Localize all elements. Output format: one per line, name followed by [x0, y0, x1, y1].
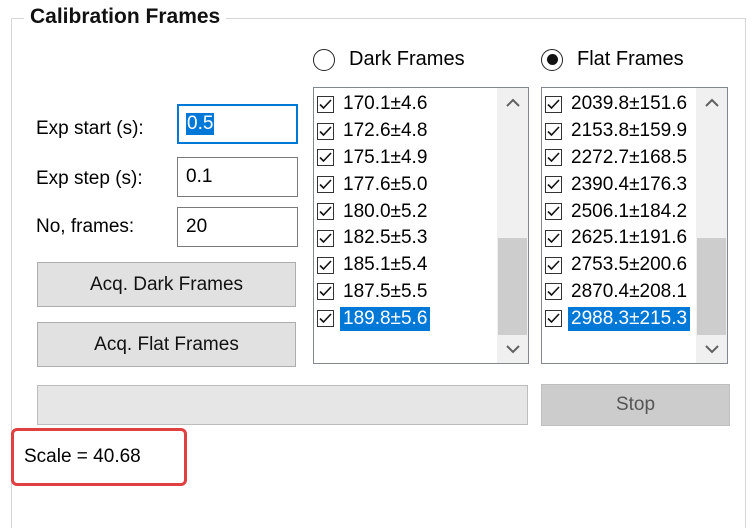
- dark-frames-list-item-label: 180.0±5.2: [343, 200, 428, 222]
- check-icon[interactable]: [317, 149, 334, 167]
- dark-list-scroll-thumb[interactable]: [498, 238, 527, 335]
- exp-step-label: Exp step (s):: [36, 168, 143, 189]
- radio-circle-selected-icon: [541, 48, 563, 71]
- flat-frames-list-item-label: 2272.7±168.5: [571, 146, 688, 168]
- flat-frames-list-item-label: 2753.5±200.6: [571, 254, 688, 276]
- exp-start-input[interactable]: 0.5: [177, 104, 298, 144]
- check-icon[interactable]: [317, 256, 334, 274]
- radio-circle-icon: [313, 48, 335, 71]
- flat-frames-list-item[interactable]: 2988.3±215.3: [545, 305, 691, 332]
- check-icon[interactable]: [317, 203, 334, 221]
- flat-frames-list-item[interactable]: 2506.1±184.2: [545, 198, 690, 225]
- dark-frames-list-item[interactable]: 182.5±5.3: [317, 225, 430, 252]
- check-icon[interactable]: [545, 176, 562, 194]
- dark-frames-list-item[interactable]: 170.1±4.6: [317, 91, 430, 118]
- dark-frames-list-item[interactable]: 172.6±4.8: [317, 118, 430, 145]
- chevron-up-icon[interactable]: [696, 88, 727, 116]
- flat-frames-radio-label: Flat Frames: [577, 48, 684, 70]
- dark-frames-list-item-label: 172.6±4.8: [343, 120, 428, 142]
- check-icon[interactable]: [545, 256, 562, 274]
- dark-frames-list-item-label: 187.5±5.5: [343, 280, 428, 302]
- dark-frames-list-item[interactable]: 185.1±5.4: [317, 252, 430, 279]
- check-icon[interactable]: [545, 149, 562, 167]
- flat-frames-radio[interactable]: Flat Frames: [541, 48, 684, 71]
- exp-start-value: 0.5: [186, 113, 215, 135]
- flat-frames-list[interactable]: 2039.8±151.6 2153.8±159.9 2272.7±168.5 2390…: [541, 87, 728, 364]
- dark-list-scrollbar[interactable]: [497, 88, 528, 363]
- acq-flat-frames-button[interactable]: Acq. Flat Frames: [37, 322, 296, 367]
- chevron-down-icon[interactable]: [497, 335, 528, 363]
- check-icon[interactable]: [317, 229, 334, 247]
- dark-frames-list-item[interactable]: 180.0±5.2: [317, 198, 430, 225]
- flat-frames-list-item[interactable]: 2039.8±151.6: [545, 91, 690, 118]
- check-icon[interactable]: [545, 310, 562, 328]
- exp-step-input[interactable]: 0.1: [177, 157, 298, 197]
- flat-list-scrollbar[interactable]: [696, 88, 727, 363]
- flat-frames-list-item-label: 2988.3±215.3: [568, 306, 691, 331]
- check-icon[interactable]: [317, 176, 334, 194]
- dark-frames-list[interactable]: 170.1±4.6 172.6±4.8 175.1±4.9 177.6±5.0 180.…: [313, 87, 529, 364]
- flat-frames-list-item-label: 2870.4±208.1: [571, 280, 688, 302]
- dark-frames-list-item[interactable]: 177.6±5.0: [317, 171, 430, 198]
- frames-value: 20: [186, 216, 208, 237]
- group-title: Calibration Frames: [24, 2, 227, 32]
- check-icon[interactable]: [317, 122, 334, 140]
- dark-frames-list-item[interactable]: 189.8±5.6: [317, 305, 431, 332]
- check-icon[interactable]: [545, 229, 562, 247]
- acquisition-progress-bar: [37, 385, 528, 425]
- dark-frames-radio[interactable]: Dark Frames: [313, 48, 465, 71]
- flat-frames-list-item[interactable]: 2625.1±191.6: [545, 225, 690, 252]
- dark-frames-list-item-label: 175.1±4.9: [343, 146, 428, 168]
- stop-button[interactable]: Stop: [541, 384, 730, 426]
- flat-frames-list-item-label: 2506.1±184.2: [571, 200, 688, 222]
- flat-frames-list-item[interactable]: 2870.4±208.1: [545, 279, 690, 306]
- check-icon[interactable]: [545, 122, 562, 140]
- check-icon[interactable]: [545, 95, 562, 113]
- scale-readout: Scale = 40.68: [24, 446, 141, 467]
- flat-frames-list-item-label: 2390.4±176.3: [571, 173, 688, 195]
- chevron-down-icon[interactable]: [696, 335, 727, 363]
- acq-dark-frames-button[interactable]: Acq. Dark Frames: [37, 262, 296, 307]
- dark-frames-list-item[interactable]: 175.1±4.9: [317, 145, 430, 172]
- exp-start-label: Exp start (s):: [36, 118, 144, 139]
- dark-frames-list-item-label: 170.1±4.6: [343, 93, 428, 115]
- exp-step-value: 0.1: [186, 166, 213, 187]
- check-icon[interactable]: [545, 283, 562, 301]
- dark-frames-radio-label: Dark Frames: [349, 48, 465, 70]
- flat-frames-list-item[interactable]: 2753.5±200.6: [545, 252, 690, 279]
- flat-frames-list-item[interactable]: 2390.4±176.3: [545, 171, 690, 198]
- check-icon[interactable]: [317, 310, 334, 328]
- dark-frames-list-item-label: 182.5±5.3: [343, 227, 428, 249]
- dark-frames-list-item-label: 185.1±5.4: [343, 254, 428, 276]
- flat-list-scroll-thumb[interactable]: [697, 238, 726, 335]
- flat-frames-list-item-label: 2039.8±151.6: [571, 93, 688, 115]
- dark-frames-list-item-label: 177.6±5.0: [343, 173, 428, 195]
- flat-frames-list-item[interactable]: 2153.8±159.9: [545, 118, 690, 145]
- flat-frames-list-item[interactable]: 2272.7±168.5: [545, 145, 690, 172]
- flat-frames-list-item-label: 2153.8±159.9: [571, 120, 688, 142]
- frames-label: No, frames:: [36, 216, 135, 237]
- chevron-up-icon[interactable]: [497, 88, 528, 116]
- check-icon[interactable]: [317, 95, 334, 113]
- flat-frames-list-item-label: 2625.1±191.6: [571, 227, 688, 249]
- check-icon[interactable]: [545, 203, 562, 221]
- dark-frames-list-item[interactable]: 187.5±5.5: [317, 279, 430, 306]
- frames-input[interactable]: 20: [177, 207, 298, 247]
- dark-frames-list-item-label: 189.8±5.6: [340, 306, 431, 331]
- check-icon[interactable]: [317, 283, 334, 301]
